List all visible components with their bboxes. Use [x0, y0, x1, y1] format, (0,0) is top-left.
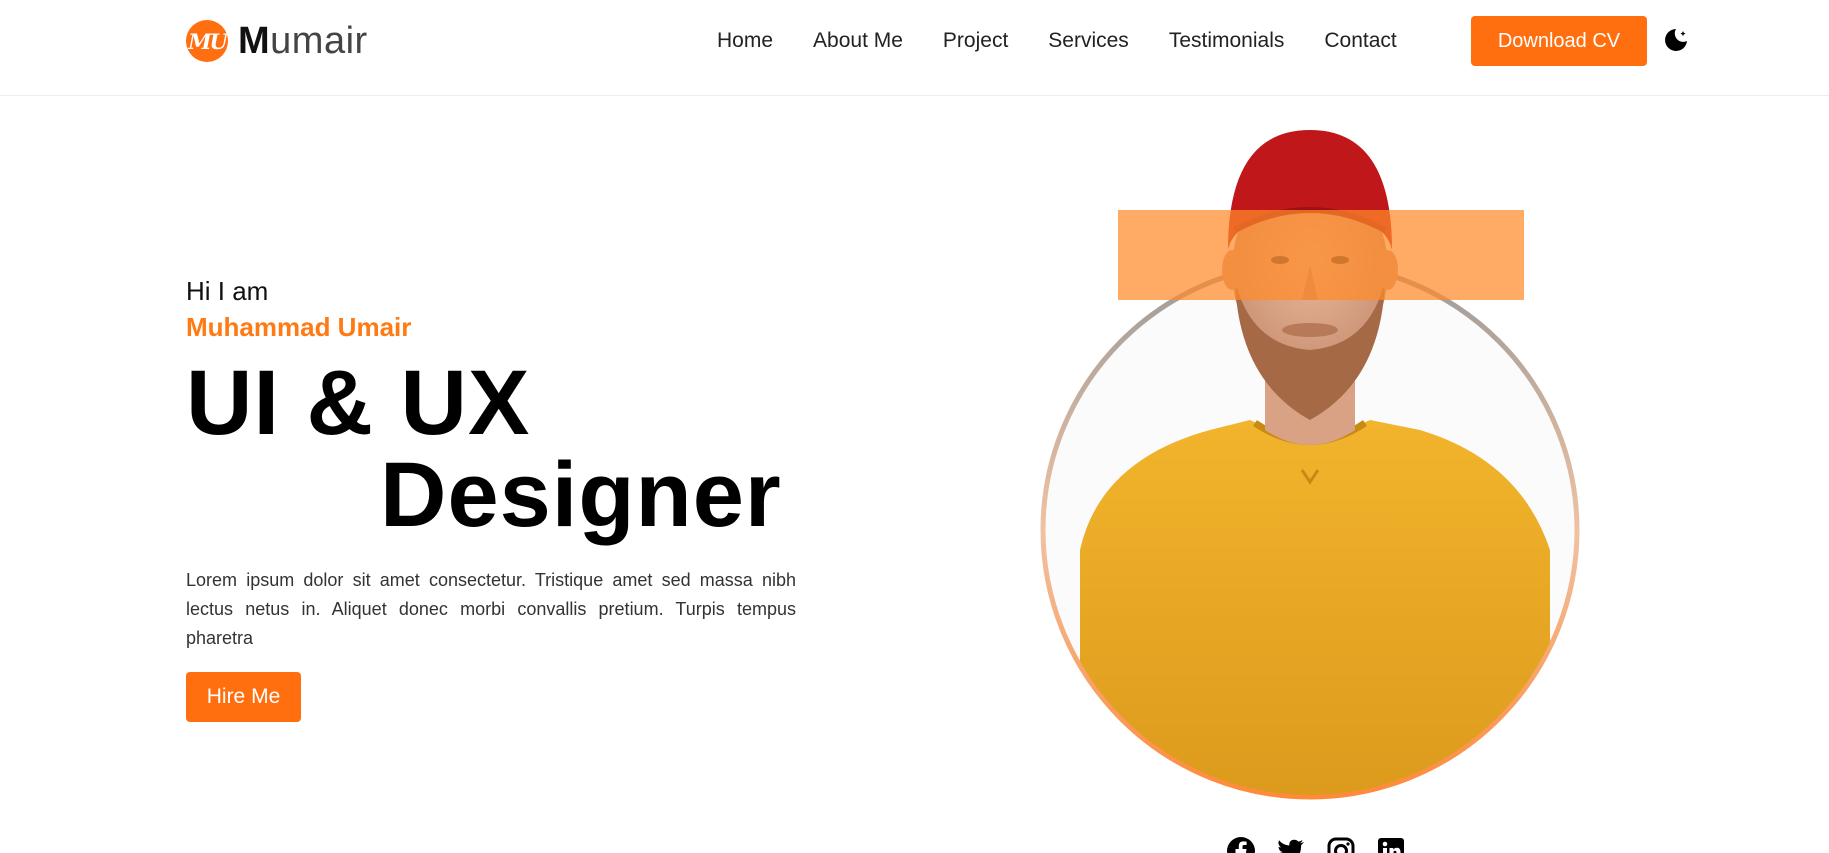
hero-title-line2: Designer: [380, 444, 782, 546]
main-nav: Home About Me Project Services Testimoni…: [717, 26, 1397, 56]
instagram-icon[interactable]: [1326, 836, 1356, 853]
logo-mark-icon: MU: [186, 20, 228, 62]
hero-portrait: [1040, 130, 1580, 805]
nav-contact[interactable]: Contact: [1324, 26, 1396, 56]
nav-testimonials[interactable]: Testimonials: [1169, 26, 1285, 56]
nav-services[interactable]: Services: [1048, 26, 1129, 56]
logo-text: Mumair: [238, 20, 368, 63]
portrait-image: [1040, 130, 1580, 800]
hero-name: Muhammad Umair: [186, 312, 412, 342]
twitter-icon[interactable]: [1276, 836, 1306, 853]
site-header: MU Mumair Home About Me Project Services…: [0, 0, 1829, 96]
nav-about-me[interactable]: About Me: [813, 26, 903, 56]
facebook-icon[interactable]: [1226, 836, 1256, 853]
download-cv-button[interactable]: Download CV: [1471, 16, 1647, 66]
logo[interactable]: MU Mumair: [186, 18, 368, 64]
hero-greeting: Hi I am: [186, 276, 269, 306]
logo-name-rest: umair: [270, 19, 368, 62]
nav-project[interactable]: Project: [943, 26, 1008, 56]
hero-description: Lorem ipsum dolor sit amet consectetur. …: [186, 570, 796, 648]
logo-initial: M: [238, 19, 271, 62]
nav-home[interactable]: Home: [717, 26, 773, 56]
moon-icon[interactable]: [1662, 26, 1690, 54]
linkedin-icon[interactable]: [1376, 836, 1406, 853]
social-links: [1226, 836, 1426, 853]
hire-me-button[interactable]: Hire Me: [186, 672, 301, 722]
